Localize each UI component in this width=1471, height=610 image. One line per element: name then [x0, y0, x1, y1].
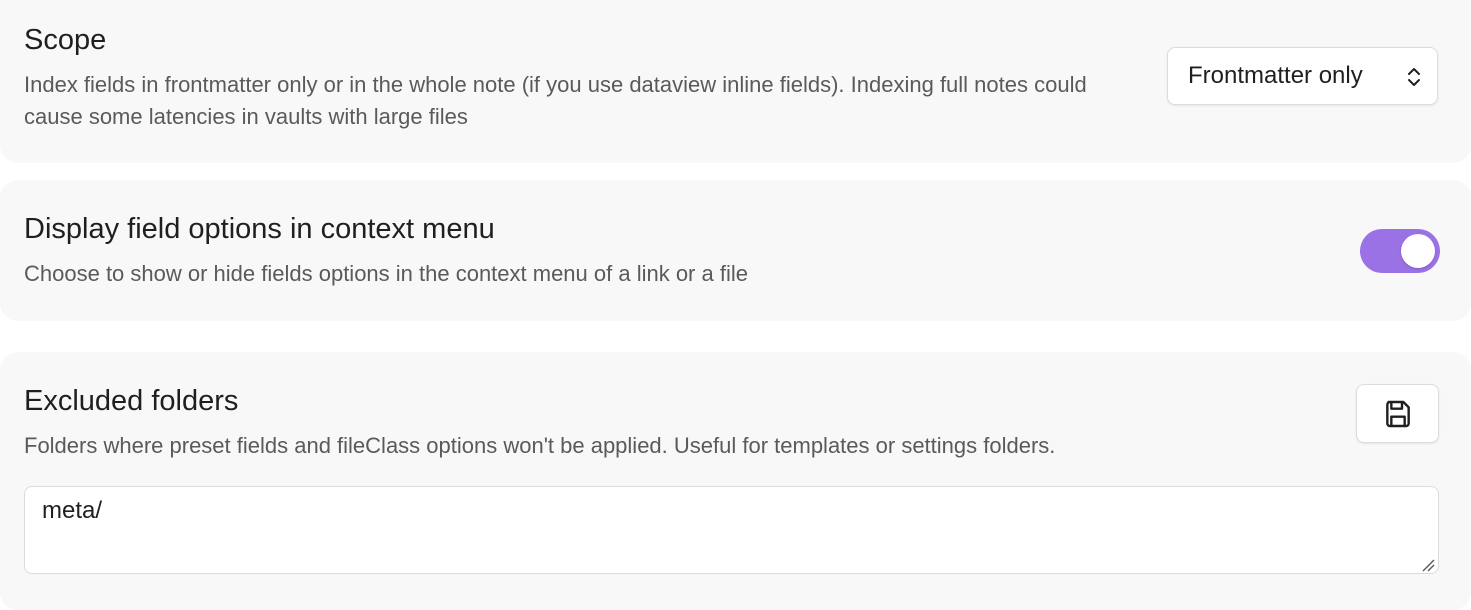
setting-excluded-folders: Excluded folders Folders where preset fi…: [0, 352, 1471, 610]
resize-grip-icon[interactable]: [1419, 556, 1435, 572]
setting-description: Folders where preset fields and fileClas…: [24, 433, 1056, 458]
save-button[interactable]: [1356, 384, 1439, 443]
setting-title: Scope: [24, 24, 107, 56]
setting-description: Choose to show or hide fields options in…: [24, 261, 748, 286]
setting-scope: Scope Index fields in frontmatter only o…: [0, 0, 1471, 163]
toggle-knob: [1401, 234, 1435, 268]
setting-description: Index fields in frontmatter only or in t…: [24, 72, 1087, 129]
setting-context-menu: Display field options in context menu Ch…: [0, 180, 1471, 321]
scope-select[interactable]: Frontmatter only: [1167, 47, 1438, 105]
settings-page: Scope Index fields in frontmatter only o…: [0, 0, 1471, 610]
setting-title: Display field options in context menu: [24, 213, 495, 245]
setting-title: Excluded folders: [24, 385, 239, 417]
save-icon: [1385, 400, 1410, 427]
up-down-chevron-icon: [1408, 68, 1420, 86]
context-menu-toggle[interactable]: [1360, 229, 1440, 273]
excluded-folders-textarea[interactable]: [24, 486, 1439, 574]
scope-select-value: Frontmatter only: [1188, 62, 1363, 89]
